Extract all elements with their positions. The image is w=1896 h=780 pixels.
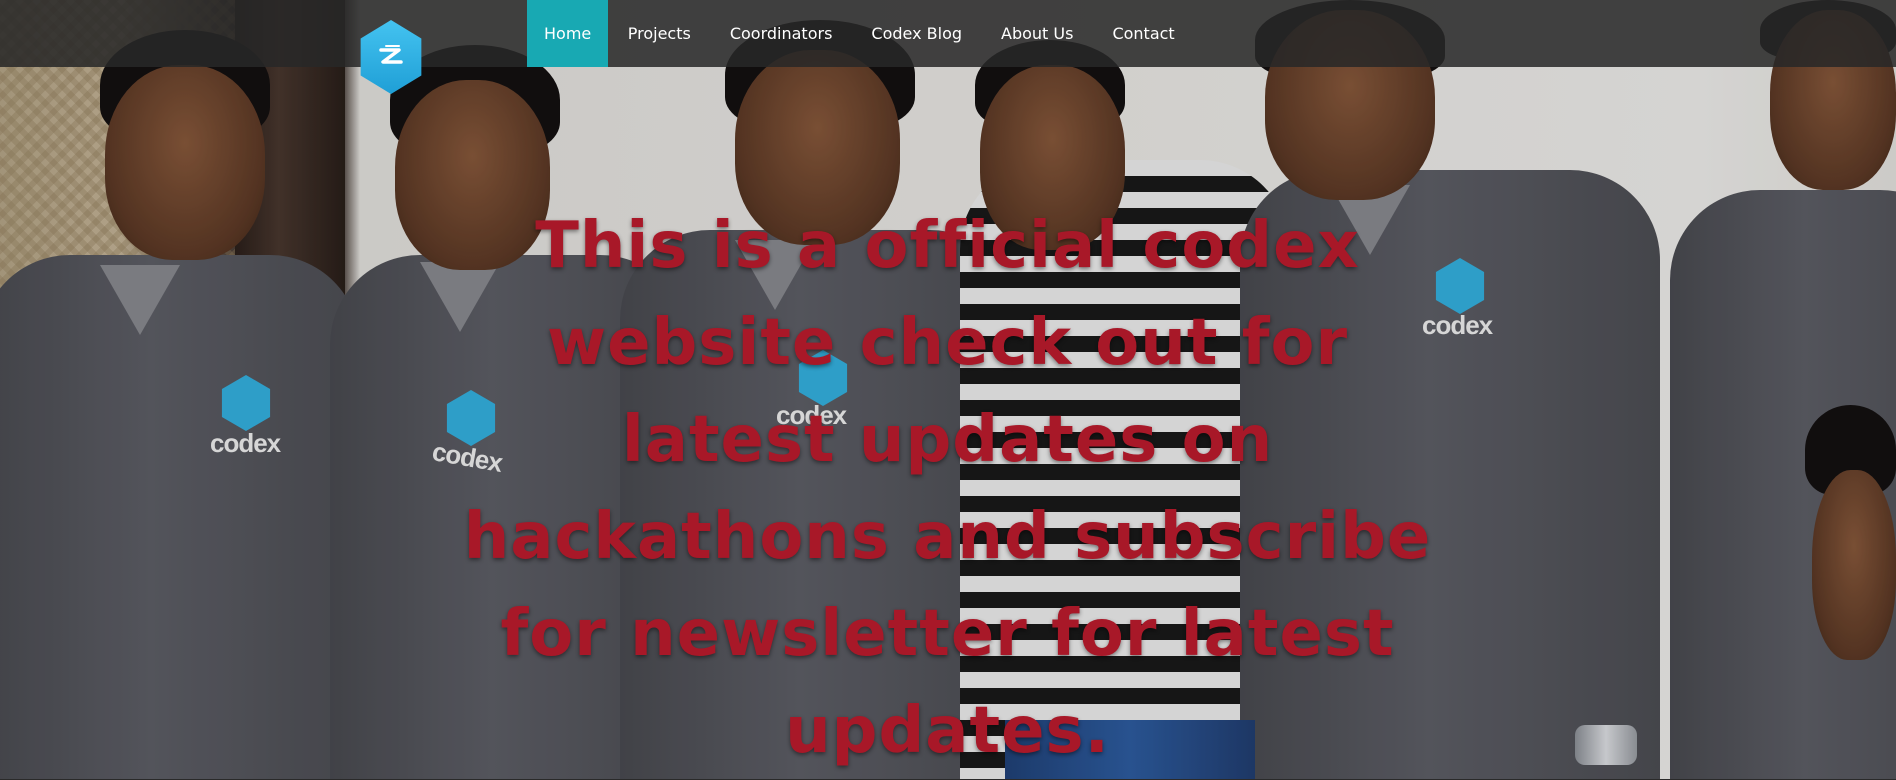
nav-item-about-us[interactable]: About Us bbox=[982, 0, 1093, 67]
hero-heading: This is a official codex website check o… bbox=[463, 209, 1432, 768]
logo-mark-icon bbox=[379, 45, 403, 64]
nav-item-contact[interactable]: Contact bbox=[1093, 0, 1194, 67]
top-navbar: Home Projects Coordinators Codex Blog Ab… bbox=[0, 0, 1896, 67]
nav-item-codex-blog[interactable]: Codex Blog bbox=[852, 0, 982, 67]
nav-item-projects[interactable]: Projects bbox=[608, 0, 710, 67]
nav-item-coordinators[interactable]: Coordinators bbox=[710, 0, 852, 67]
nav-item-home[interactable]: Home bbox=[527, 0, 609, 67]
nav-menu: Home Projects Coordinators Codex Blog Ab… bbox=[527, 0, 1194, 67]
